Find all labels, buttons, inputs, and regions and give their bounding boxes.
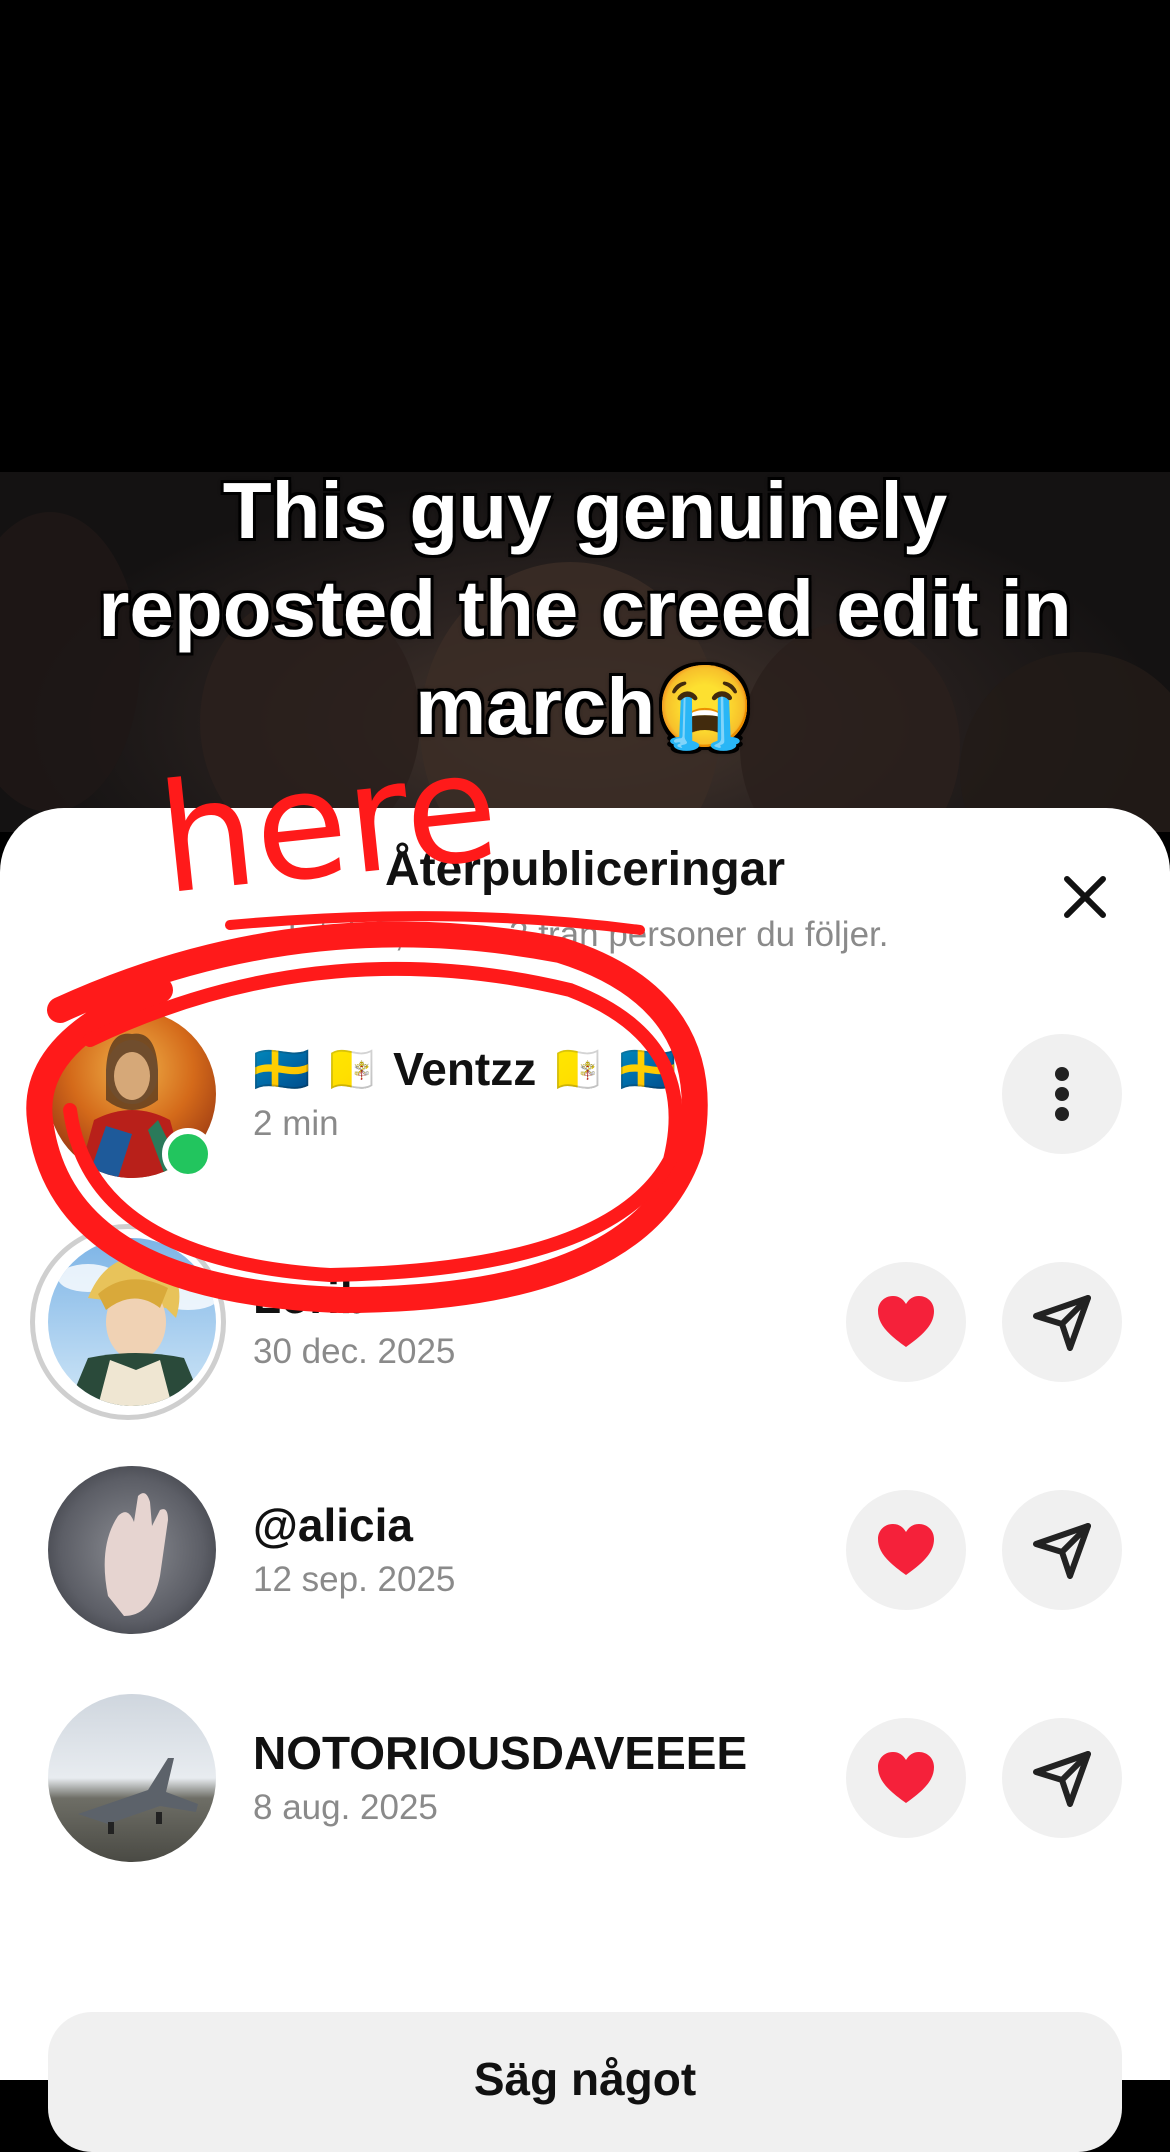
sheet-subtitle: Totalt 7, varav 3 från personer du följe… (281, 915, 889, 954)
avatar[interactable] (48, 1694, 216, 1862)
repost-username[interactable]: @alicia (253, 1498, 413, 1552)
repost-row[interactable]: Lorib 30 dec. 2025 (0, 1224, 1170, 1420)
comment-button-label: Säg något (473, 2053, 697, 2105)
repost-row[interactable]: NOTORIOUSDAVEEEE 8 aug. 2025 (0, 1688, 1170, 1868)
heart-icon (878, 1752, 934, 1803)
send-button[interactable] (1002, 1490, 1122, 1610)
repost-row[interactable]: @alicia 12 sep. 2025 (0, 1460, 1170, 1640)
close-button[interactable] (1050, 862, 1120, 932)
like-button[interactable] (846, 1490, 966, 1610)
online-status-badge (162, 1128, 214, 1180)
video-top-black (0, 0, 1170, 472)
send-icon (1033, 1751, 1091, 1807)
repost-date: 2 min (253, 1104, 339, 1143)
heart-icon (878, 1296, 934, 1347)
repost-date: 30 dec. 2025 (253, 1332, 456, 1371)
sheet-title: Återpubliceringar (384, 843, 786, 896)
more-options-button[interactable] (1002, 1034, 1122, 1154)
avatar-image (78, 1758, 198, 1834)
avatar[interactable] (48, 1466, 216, 1634)
more-vertical-icon (1055, 1067, 1069, 1121)
heart-icon (878, 1524, 934, 1575)
avatar-image (104, 1493, 168, 1616)
close-icon (1064, 876, 1106, 918)
avatar-image (58, 1256, 216, 1406)
repost-row[interactable]: 🇸🇪 🇻🇦 Ventzz 🇻🇦 🇸🇪 2 min (0, 1004, 1170, 1184)
repost-username[interactable]: NOTORIOUSDAVEEEE (253, 1726, 747, 1780)
video-caption: This guy genuinely reposted the creed ed… (98, 466, 1072, 751)
send-icon (1033, 1523, 1091, 1579)
like-button[interactable] (846, 1262, 966, 1382)
repost-username[interactable]: Lorib (253, 1270, 368, 1324)
repost-date: 12 sep. 2025 (253, 1560, 456, 1599)
send-icon (1033, 1295, 1091, 1351)
repost-username[interactable]: 🇸🇪 🇻🇦 Ventzz 🇻🇦 🇸🇪 (253, 1042, 676, 1097)
send-button[interactable] (1002, 1718, 1122, 1838)
send-button[interactable] (1002, 1262, 1122, 1382)
reposts-sheet (0, 808, 1170, 2080)
repost-date: 8 aug. 2025 (253, 1788, 438, 1827)
avatar[interactable] (48, 1238, 216, 1406)
like-button[interactable] (846, 1718, 966, 1838)
